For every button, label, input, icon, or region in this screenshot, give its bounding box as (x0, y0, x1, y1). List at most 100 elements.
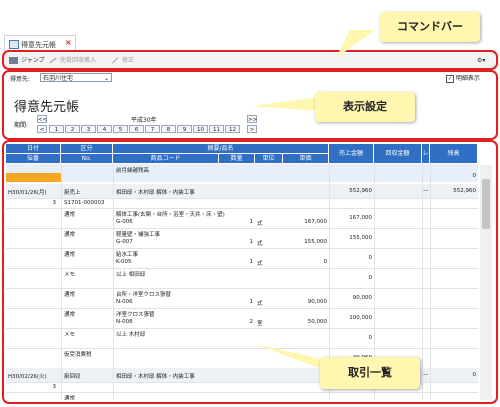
header-price: 単価 (283, 154, 329, 164)
row-description: 解体工事(玄関・台所・浴室・天井・床・壁) (116, 212, 225, 218)
column-divider (61, 164, 62, 400)
row-divider (6, 392, 478, 393)
close-icon[interactable]: × (65, 38, 72, 47)
callout-pointer-settings (250, 97, 320, 111)
column-divider (422, 164, 423, 400)
row-kind: 仮受消費税 (64, 352, 92, 358)
month-button[interactable]: 4 (97, 125, 112, 133)
month-button[interactable]: 5 (113, 125, 128, 133)
header-sales: 売上金額 (329, 144, 374, 164)
row-kind: メモ (64, 332, 76, 338)
chevron-down-icon: ⌄ (103, 75, 109, 82)
month-button[interactable]: 3 (81, 125, 96, 133)
header-description: 摘要/品名 (113, 144, 329, 154)
row-kind: 通常 (64, 212, 76, 218)
row-code: G-006 (116, 219, 133, 225)
row-price: 0 (323, 259, 328, 265)
header-balance: 残高 (430, 144, 478, 164)
row-code: K-005 (116, 259, 132, 265)
customer-label: 得意先: (10, 76, 31, 83)
row-unit: 室 (257, 321, 263, 327)
month-button[interactable]: 8 (161, 125, 176, 133)
header-no: No. (61, 154, 113, 164)
customer-select[interactable]: 石羽川住宅 ⌄ (40, 73, 112, 82)
callout-display-settings: 表示設定 (315, 92, 415, 122)
row-divider (6, 268, 478, 269)
next-month-button[interactable]: > (247, 125, 257, 133)
row-divider (6, 248, 478, 249)
row-balance: 552,960 (453, 188, 476, 194)
row-divider (6, 288, 478, 289)
header-qty: 数量 (219, 154, 255, 164)
row-description: 洋室クロス張替 (116, 312, 155, 318)
tab-label: 得意先元帳 (21, 41, 56, 49)
row-sales: 100,000 (349, 315, 372, 321)
month-button[interactable]: 9 (177, 125, 192, 133)
row-kind: 通常 (64, 312, 76, 318)
month-button[interactable]: 1 (49, 125, 64, 133)
row-sales: 0 (368, 275, 373, 281)
row-kind: 掛回収 (64, 374, 81, 380)
carry-over-balance: 0 (472, 173, 477, 179)
row-qty: 2 (249, 319, 254, 325)
row-price: 90,000 (307, 299, 327, 305)
row-price: 50,000 (307, 319, 327, 325)
prev-year-button[interactable]: << (37, 115, 47, 123)
checkbox-icon: ✓ (446, 74, 454, 83)
row-date: H30/01/26(月) (8, 190, 47, 196)
row-check: — (423, 372, 429, 378)
row-sales: 90,000 (352, 295, 372, 301)
row-kind: 通常 (64, 252, 76, 258)
row-code: N-008 (116, 319, 133, 325)
month-button[interactable]: 2 (65, 125, 80, 133)
row-divider (6, 208, 478, 209)
prev-month-button[interactable]: < (37, 125, 47, 133)
period-label: 期間: (14, 122, 29, 129)
row-kind: 通常 (64, 292, 76, 298)
row-kind: 通常 (64, 232, 76, 238)
row-description: 相田邸・木村邸 解体・内装工事 (116, 190, 195, 196)
row-divider (6, 348, 478, 349)
month-button[interactable]: 11 (209, 125, 224, 133)
detail-checkbox[interactable]: ✓ 明細表示 (446, 73, 480, 83)
column-divider (113, 164, 114, 400)
month-button[interactable]: 6 (129, 125, 144, 133)
row-sales: 0 (368, 335, 373, 341)
scrollbar-thumb[interactable] (482, 179, 490, 229)
row-sales: 0 (368, 255, 373, 261)
month-button[interactable]: 12 (225, 125, 240, 133)
row-slip: 3 (52, 200, 57, 206)
page-title: 得意先元帳 (14, 100, 80, 115)
vertical-scrollbar[interactable] (480, 165, 492, 400)
period-navigator: << < 平成30年 >> > 1 2 3 4 5 6 7 8 9 10 11 12 (37, 115, 258, 137)
row-qty: 1 (249, 239, 254, 245)
month-buttons: 1 2 3 4 5 6 7 8 9 10 11 12 (49, 125, 245, 134)
row-kind: 掛売上 (64, 190, 81, 196)
row-divider (6, 308, 478, 309)
row-sales: 167,000 (349, 215, 372, 221)
row-description: 以上 相田邸 (116, 272, 146, 278)
row-unit: 式 (257, 241, 263, 247)
callout-command-bar: コマンドバー (380, 12, 480, 42)
row-date: H30/02/26(火) (8, 374, 47, 380)
header-slip: 伝番 (6, 154, 61, 164)
row-description: 給水工事 (116, 252, 139, 258)
month-button[interactable]: 7 (145, 125, 160, 133)
row-kind: 通常 (64, 396, 76, 400)
row-divider (6, 228, 478, 229)
current-row-marker (6, 173, 61, 182)
row-qty: 1 (249, 299, 254, 305)
row-description: 軽量壁・補強工事 (116, 232, 161, 238)
next-year-button[interactable]: >> (247, 115, 257, 123)
month-button[interactable]: 10 (193, 125, 208, 133)
row-description: 相田邸・木村邸 解体・内装工事 (116, 374, 195, 380)
row-unit: 式 (257, 301, 263, 307)
callout-transaction-list: 取引一覧 (320, 357, 420, 389)
row-kind: メモ (64, 272, 76, 278)
row-balance: 0 (472, 372, 477, 378)
row-unit: 式 (257, 261, 263, 267)
row-price: 167,000 (304, 219, 327, 225)
command-bar-highlight (2, 50, 498, 70)
row-no: S1701-000003 (64, 200, 105, 206)
carry-over-label: 前月繰越残高 (116, 168, 150, 174)
